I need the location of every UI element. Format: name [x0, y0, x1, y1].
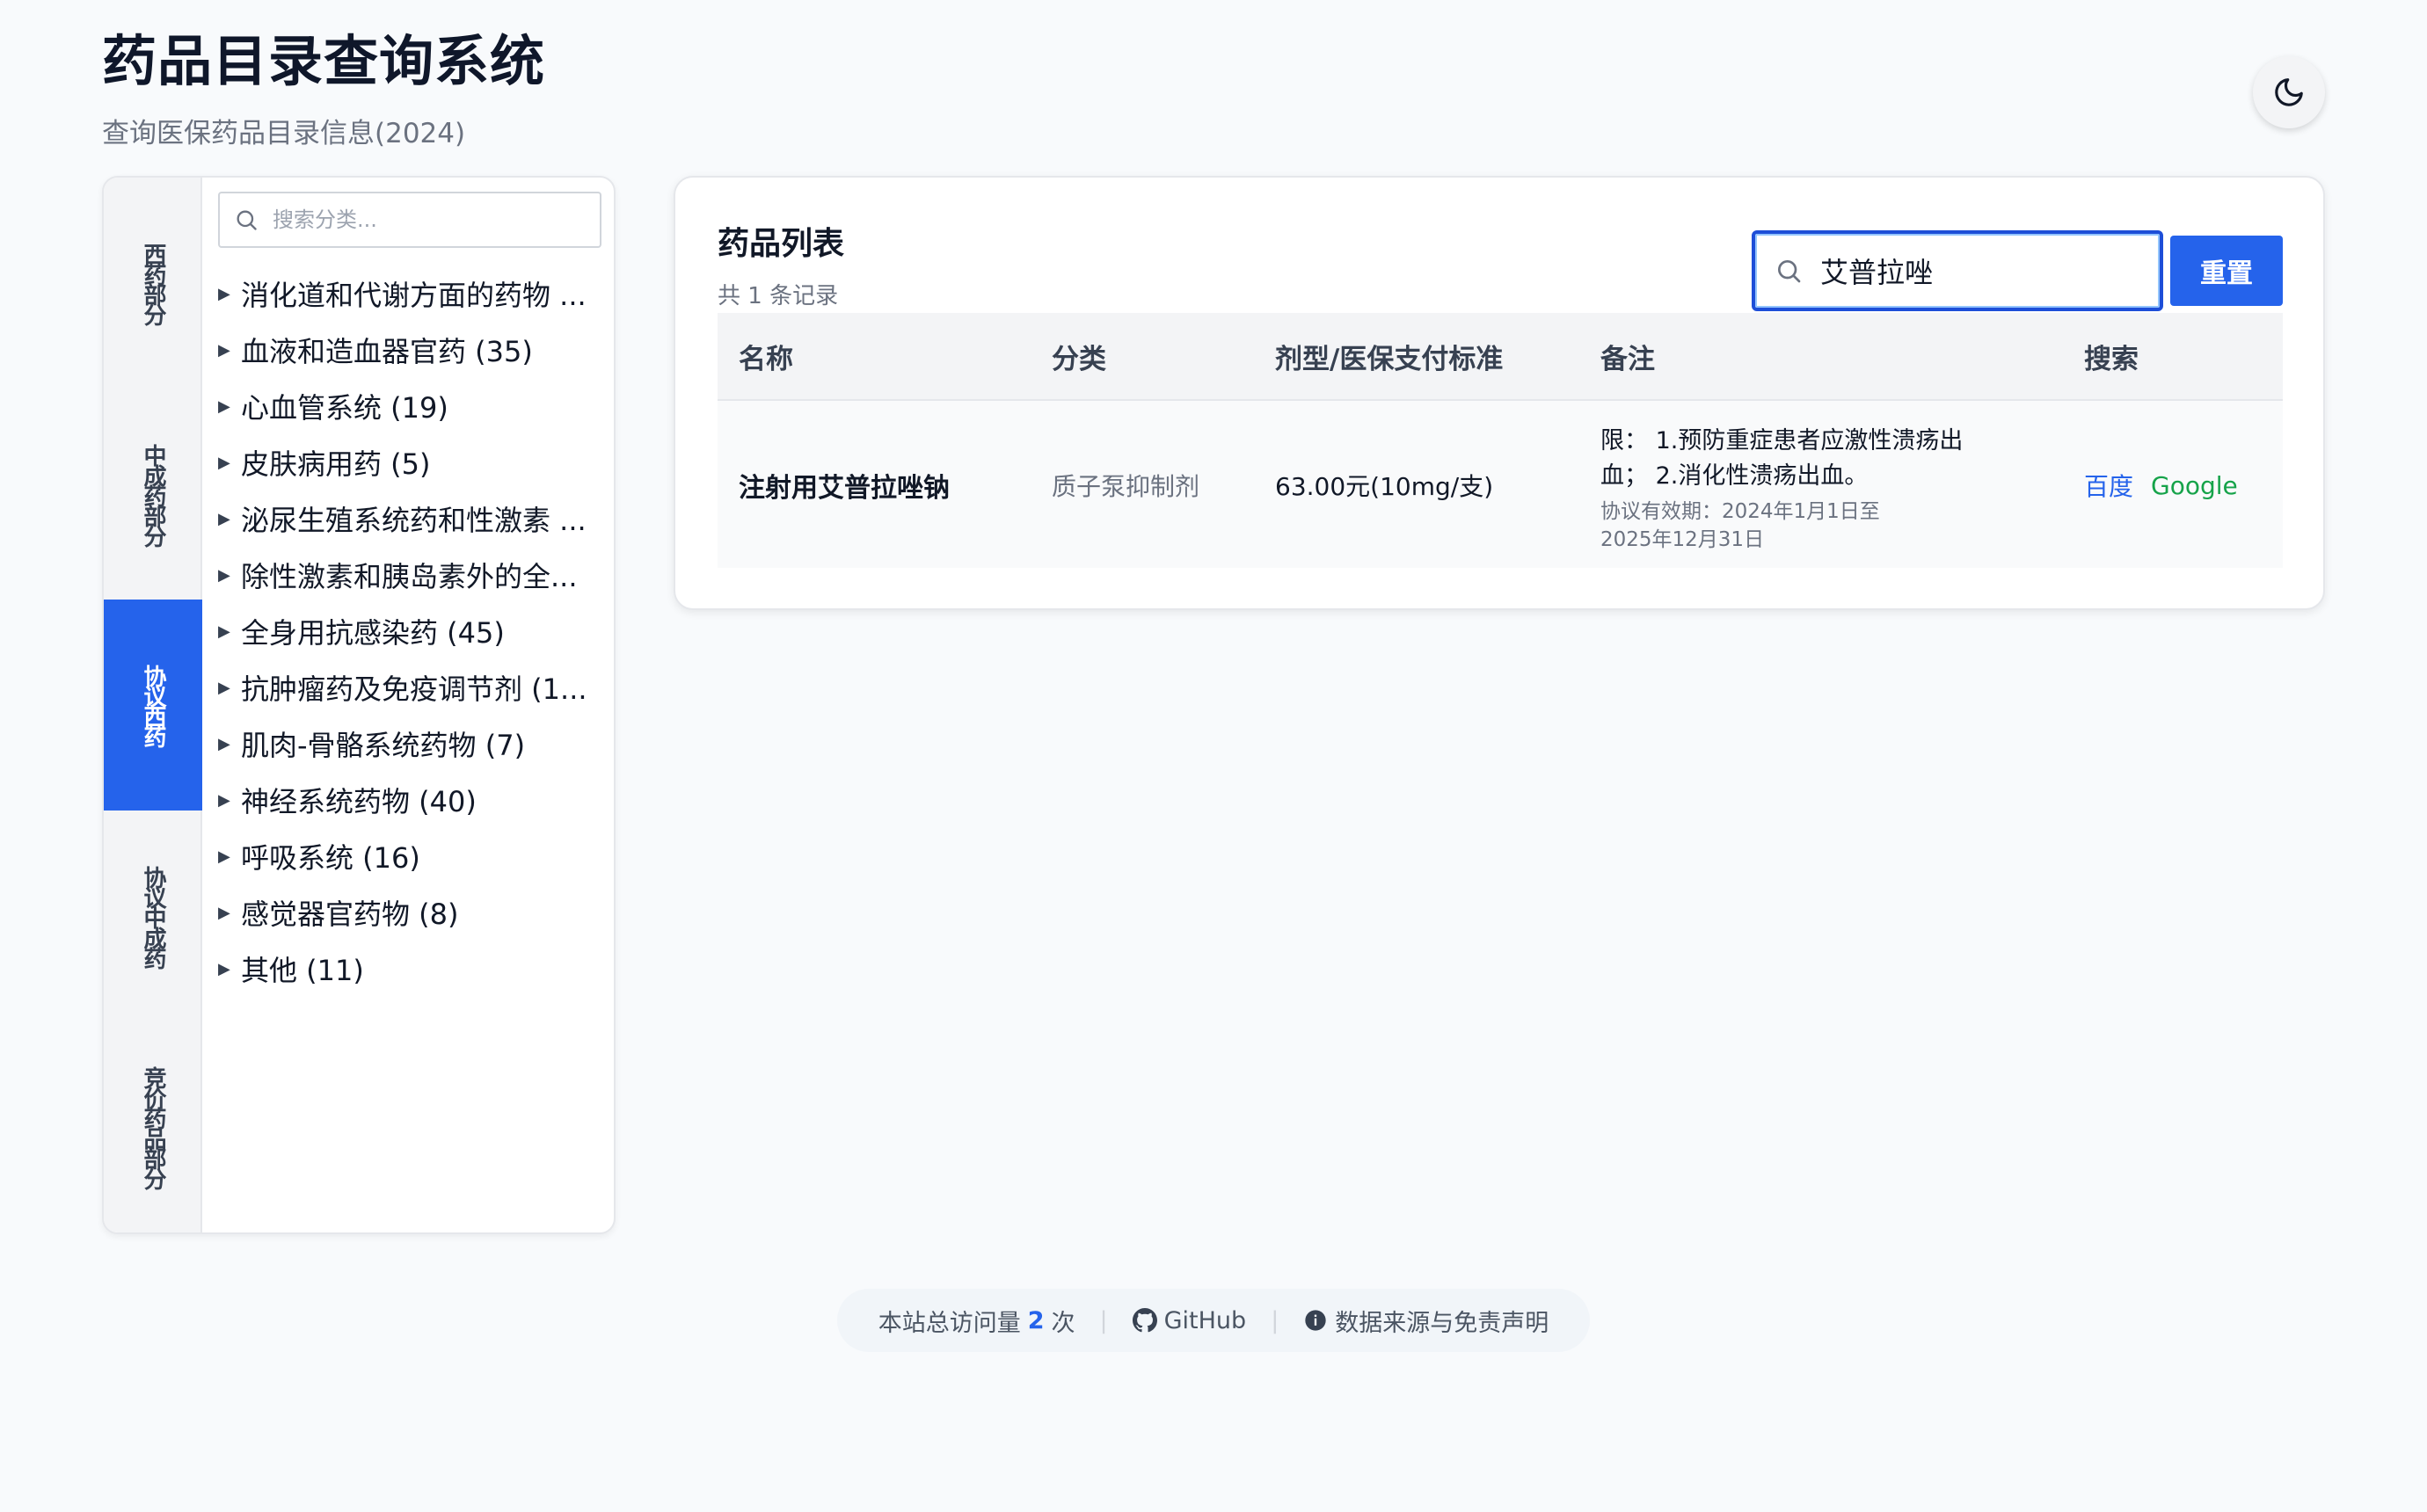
category-item[interactable]: ▶ 消化道和代谢方面的药物 ... [218, 265, 587, 322]
column-header-search: 搜索 [2084, 343, 2139, 375]
visit-count: 2 [1027, 1306, 1045, 1334]
drug-form-price: 63.00元(10mg/支) [1275, 472, 1494, 501]
category-item[interactable]: ▶ 全身用抗感染药 (45) [218, 603, 587, 659]
column-header-form-price: 剂型/医保支付标准 [1275, 343, 1504, 375]
expand-triangle-icon: ▶ [218, 396, 230, 416]
drug-category: 质子泵抑制剂 [1052, 472, 1200, 501]
github-link[interactable]: GitHub [1132, 1307, 1246, 1334]
info-icon [1305, 1310, 1326, 1331]
github-icon [1132, 1308, 1157, 1333]
reset-button[interactable]: 重置 [2170, 236, 2283, 306]
category-item[interactable]: ▶ 感觉器官药物 (8) [218, 884, 587, 941]
page-subtitle: 查询医保药品目录信息(2024) [102, 118, 466, 149]
google-search-link[interactable]: Google [2151, 471, 2238, 500]
expand-triangle-icon: ▶ [218, 509, 230, 528]
search-icon [234, 207, 259, 232]
category-sidebar: 西药部分 中成药部分 协议西药 协议中成药 竞价药品部分 ▶消化道和代谢方面的药… [102, 176, 616, 1234]
record-count: 共 1 条记录 [718, 283, 839, 309]
expand-triangle-icon: ▶ [218, 565, 230, 585]
column-header-name: 名称 [739, 343, 793, 375]
expand-triangle-icon: ▶ [218, 734, 230, 753]
page-footer: 本站总访问量 2 次 | GitHub | 数据来源与免责声明 [837, 1289, 1590, 1352]
page-header: 药品目录查询系统 查询医保药品目录信息(2024) [102, 26, 545, 151]
baidu-search-link[interactable]: 百度 [2084, 468, 2133, 503]
category-item[interactable]: ▶ 除性激素和胰岛素外的全... [218, 547, 587, 603]
category-item[interactable]: ▶ 泌尿生殖系统药和性激素 ... [218, 491, 587, 547]
expand-triangle-icon: ▶ [218, 790, 230, 810]
drug-list-title: 药品列表 [718, 226, 845, 262]
table-header: 名称 分类 剂型/医保支付标准 备注 搜索 [718, 313, 2283, 399]
category-item[interactable]: ▶ 血液和造血器官药 (35) [218, 322, 587, 378]
category-item[interactable]: ▶ 肌肉-骨骼系统药物 (7) [218, 716, 587, 772]
column-header-note: 备注 [1600, 343, 1655, 375]
category-item[interactable]: ▶ 皮肤病用药 (5) [218, 434, 587, 491]
theme-toggle-button[interactable] [2253, 56, 2325, 128]
expand-triangle-icon: ▶ [218, 622, 230, 641]
tab-agreement-western[interactable]: 协议西药 [104, 600, 202, 811]
category-item[interactable]: ▶ 呼吸系统 (16) [218, 828, 587, 884]
column-header-category: 分类 [1052, 343, 1106, 375]
note-restriction: 限： 1.预防重症患者应激性溃疡出血； 2.消化性溃疡出血。 [1600, 427, 1964, 490]
category-panel: ▶消化道和代谢方面的药物 ... ▶血液和造血器官药 (35) ▶心血管系统 (… [204, 178, 614, 1232]
category-item[interactable]: ▶ 心血管系统 (19) [218, 378, 587, 434]
tab-agreement-chinese[interactable]: 协议中成药 [104, 811, 202, 1021]
note-validity: 协议有效期：2024年1月1日至2025年12月31日 [1600, 500, 1880, 551]
expand-triangle-icon: ▶ [218, 903, 230, 922]
category-search [218, 192, 601, 248]
drug-table: 名称 分类 剂型/医保支付标准 备注 搜索 注射用艾普拉唑钠 质子泵抑制剂 63… [718, 313, 2283, 568]
expand-triangle-icon: ▶ [218, 453, 230, 472]
moon-icon [2275, 78, 2303, 106]
page-title: 药品目录查询系统 [102, 29, 546, 93]
category-item[interactable]: ▶ 神经系统药物 (40) [218, 772, 587, 828]
expand-triangle-icon: ▶ [218, 284, 230, 303]
tab-bidding-drugs[interactable]: 竞价药品部分 [104, 1021, 202, 1232]
expand-triangle-icon: ▶ [218, 959, 230, 978]
drug-name: 注射用艾普拉唑钠 [739, 473, 950, 504]
expand-triangle-icon: ▶ [218, 340, 230, 360]
visit-counter: 本站总访问量 2 次 [878, 1306, 1075, 1337]
category-list: ▶ 消化道和代谢方面的药物 ... ▶ 血液和造血器官药 (35) ▶ 心血管系统 (… [218, 265, 587, 997]
drug-search-box [1752, 230, 2163, 311]
tab-chinese-patent-medicine[interactable]: 中成药部分 [104, 389, 202, 600]
disclaimer-link[interactable]: 数据来源与免责声明 [1303, 1304, 1549, 1338]
category-item[interactable]: ▶ 抗肿瘤药及免疫调节剂 (1... [218, 659, 587, 716]
tab-western-medicine[interactable]: 西药部分 [104, 178, 202, 389]
expand-triangle-icon: ▶ [218, 847, 230, 866]
drug-note: 限： 1.预防重症患者应激性溃疡出血； 2.消化性溃疡出血。 协议有效期：202… [1600, 401, 1987, 570]
search-icon [1775, 257, 1803, 285]
drug-list-card: 药品列表 共 1 条记录 重置 名称 分类 剂型/医保支付标准 备注 搜索 注射… [674, 176, 2325, 610]
expand-triangle-icon: ▶ [218, 678, 230, 697]
category-item[interactable]: ▶ 其他 (11) [218, 941, 587, 997]
category-search-input[interactable] [273, 207, 589, 232]
divider: | [1271, 1306, 1279, 1334]
search-links: 百度 Google [2084, 401, 2238, 570]
table-row: 注射用艾普拉唑钠 质子泵抑制剂 63.00元(10mg/支) 限： 1.预防重症… [718, 399, 2283, 568]
drug-search-input[interactable] [1820, 254, 2137, 287]
divider: | [1099, 1306, 1108, 1334]
section-tabs: 西药部分 中成药部分 协议西药 协议中成药 竞价药品部分 [104, 178, 202, 1232]
